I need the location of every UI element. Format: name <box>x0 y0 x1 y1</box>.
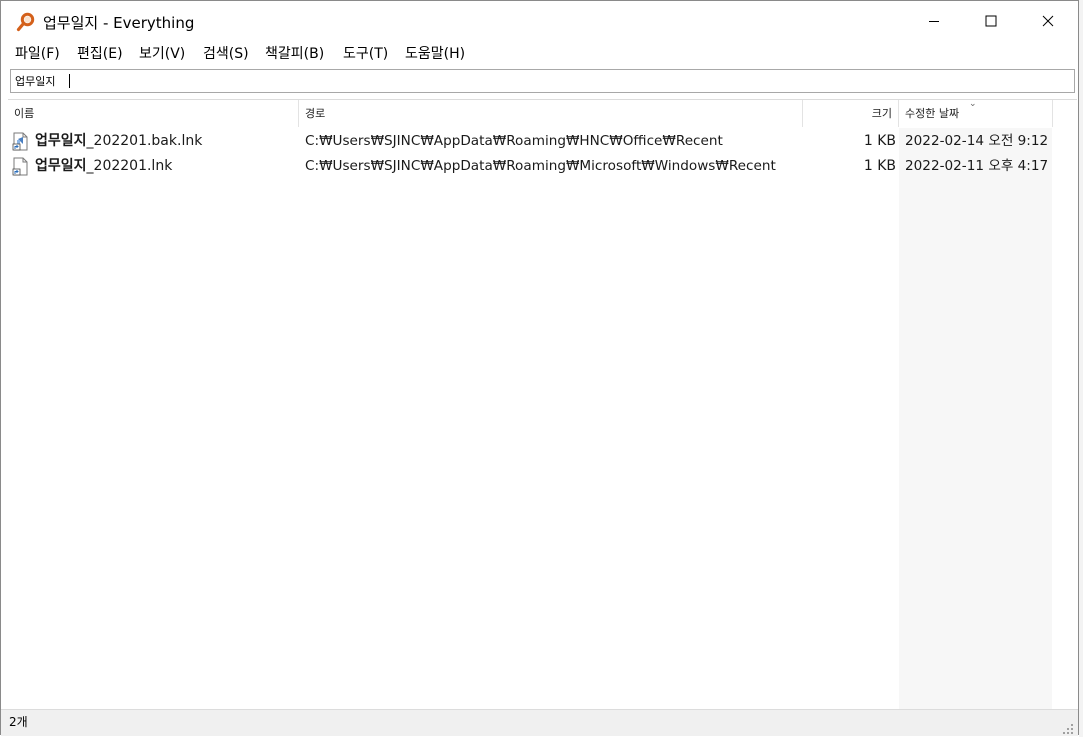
text-caret <box>69 74 70 88</box>
column-header-name[interactable]: 이름 <box>8 100 298 127</box>
column-header-path[interactable]: 경로 <box>299 100 802 127</box>
menu-bookmarks[interactable]: 책갈피(B) <box>265 45 324 63</box>
file-size: 1 KB <box>863 158 896 174</box>
sort-descending-icon: ⌄ <box>969 99 977 109</box>
file-modified: 2022-02-14 오전 9:12 <box>905 133 1049 149</box>
resize-grip-icon[interactable] <box>1062 720 1074 734</box>
menu-edit[interactable]: 편집(E) <box>77 45 123 63</box>
file-size: 1 KB <box>863 133 896 149</box>
column-header: 이름 경로 크기 수정한 날짜 ⌄ <box>8 99 1077 127</box>
sorted-column-highlight <box>899 128 1052 710</box>
file-name-rest: _202201.lnk <box>86 158 173 174</box>
file-path: C:₩Users₩SJINC₩AppData₩Roaming₩Microsoft… <box>305 158 776 174</box>
shortcut-file-icon <box>12 157 30 176</box>
table-row[interactable]: 업무일지_202201.lnk C:₩Users₩SJINC₩AppData₩R… <box>8 154 1077 178</box>
close-button[interactable] <box>1019 1 1077 41</box>
menu-file[interactable]: 파일(F) <box>15 45 60 63</box>
menu-bar: 파일(F) 편집(E) 보기(V) 검색(S) 책갈피(B) 도구(T) 도움말… <box>1 41 1078 67</box>
window-title: 업무일지 - Everything <box>43 14 195 32</box>
result-count: 2개 <box>9 715 28 729</box>
menu-view[interactable]: 보기(V) <box>139 45 185 63</box>
status-bar: 2개 <box>1 709 1078 736</box>
file-modified: 2022-02-11 오후 4:17 <box>905 158 1049 174</box>
table-row[interactable]: 업무일지_202201.bak.lnk C:₩Users₩SJINC₩AppDa… <box>8 129 1077 153</box>
shortcut-file-icon <box>12 132 30 151</box>
file-name-match: 업무일지 <box>35 133 87 149</box>
file-path: C:₩Users₩SJINC₩AppData₩Roaming₩HNC₩Offic… <box>305 133 723 149</box>
close-icon <box>1042 15 1054 27</box>
minimize-button[interactable] <box>905 1 963 41</box>
menu-help[interactable]: 도움말(H) <box>405 45 465 63</box>
file-name-rest: _202201.bak.lnk <box>86 133 203 149</box>
column-header-size[interactable]: 크기 <box>803 100 898 127</box>
results-list[interactable]: 이름 경로 크기 수정한 날짜 ⌄ 업무일지_202201.bak.lnk C:… <box>8 99 1077 710</box>
maximize-button[interactable] <box>962 1 1020 41</box>
file-name: 업무일지_202201.bak.lnk <box>35 129 202 153</box>
file-name-match: 업무일지 <box>35 158 87 174</box>
minimize-icon <box>929 21 939 22</box>
search-input[interactable] <box>13 71 1072 91</box>
search-box[interactable] <box>10 69 1075 93</box>
desktop-edge <box>1079 0 1083 737</box>
menu-tools[interactable]: 도구(T) <box>343 45 388 63</box>
title-bar[interactable]: 업무일지 - Everything <box>1 1 1078 41</box>
maximize-icon <box>985 15 997 27</box>
column-divider[interactable] <box>1052 100 1053 127</box>
everything-window: 업무일지 - Everything 파일(F) 편집(E) 보기(V) 검색(S… <box>0 0 1079 736</box>
menu-search[interactable]: 검색(S) <box>203 45 249 63</box>
magnifier-app-icon <box>16 12 36 32</box>
file-name: 업무일지_202201.lnk <box>35 154 172 178</box>
